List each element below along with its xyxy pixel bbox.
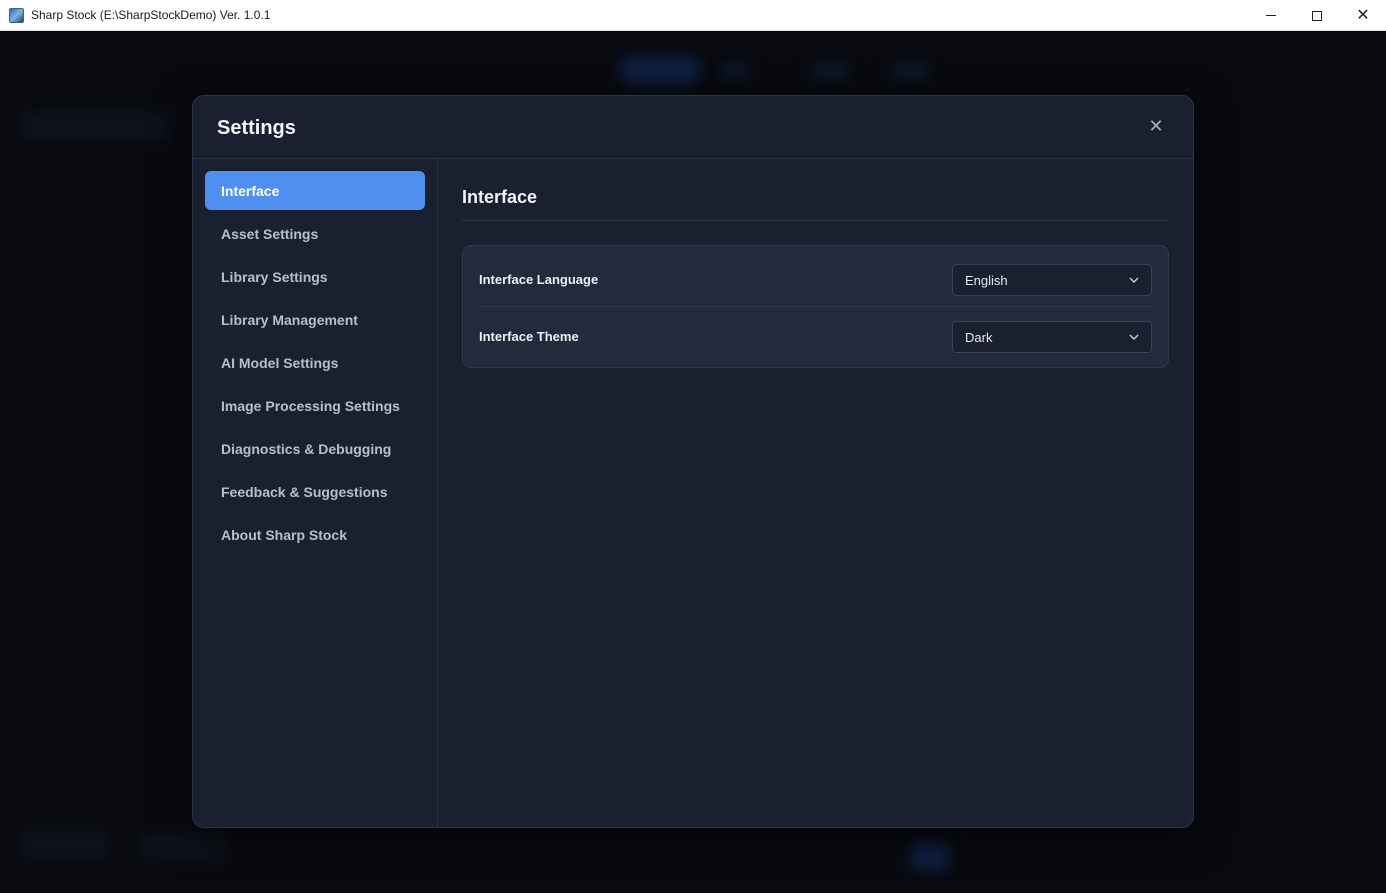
dialog-close-button[interactable]: ✕	[1145, 115, 1167, 137]
minimize-icon	[1266, 15, 1276, 16]
sidebar-item-label: About Sharp Stock	[221, 526, 348, 543]
sidebar-item-label: Library Management	[221, 311, 358, 328]
dialog-title: Settings	[217, 117, 296, 139]
maximize-button[interactable]	[1294, 0, 1340, 31]
sidebar-item-feedback-suggestions[interactable]: Feedback & Suggestions	[205, 472, 425, 511]
section-divider	[462, 220, 1168, 221]
sidebar-item-library-settings[interactable]: Library Settings	[205, 257, 425, 296]
sidebar-item-diagnostics-debugging[interactable]: Diagnostics & Debugging	[205, 429, 425, 468]
sidebar-item-image-processing-settings[interactable]: Image Processing Settings	[205, 386, 425, 425]
language-select[interactable]: English	[952, 264, 1152, 296]
minimize-button[interactable]	[1248, 0, 1294, 31]
chevron-down-icon	[1129, 277, 1139, 283]
settings-card: Interface Language English Interface The…	[462, 245, 1169, 368]
sidebar-item-label: Feedback & Suggestions	[221, 483, 388, 500]
setting-row-language: Interface Language English	[479, 248, 1152, 306]
sidebar-item-interface[interactable]: Interface	[205, 171, 425, 210]
setting-label: Interface Language	[479, 272, 599, 287]
setting-row-theme: Interface Theme Dark	[479, 305, 1152, 363]
dialog-header: Settings ✕	[193, 96, 1193, 159]
settings-content: Interface Interface Language English Int…	[439, 159, 1193, 827]
settings-sidebar: Interface Asset Settings Library Setting…	[193, 159, 438, 827]
select-value: English	[965, 272, 1008, 288]
close-icon: ✕	[1148, 115, 1164, 136]
window-title: Sharp Stock (E:\SharpStockDemo) Ver. 1.0…	[31, 8, 271, 22]
theme-select[interactable]: Dark	[952, 321, 1152, 353]
sidebar-item-label: Library Settings	[221, 268, 328, 285]
settings-dialog: Settings ✕ Interface Asset Settings Libr…	[192, 95, 1194, 828]
title-bar[interactable]: Sharp Stock (E:\SharpStockDemo) Ver. 1.0…	[0, 0, 1386, 31]
sidebar-item-label: AI Model Settings	[221, 354, 339, 371]
section-title: Interface	[462, 187, 538, 207]
sidebar-item-asset-settings[interactable]: Asset Settings	[205, 214, 425, 253]
maximize-icon	[1312, 10, 1322, 21]
sidebar-item-label: Interface	[221, 182, 280, 199]
setting-label: Interface Theme	[479, 329, 579, 344]
sidebar-item-label: Diagnostics & Debugging	[221, 440, 392, 457]
chevron-down-icon	[1129, 334, 1139, 340]
sidebar-item-label: Image Processing Settings	[221, 397, 400, 414]
select-value: Dark	[965, 329, 993, 345]
app-logo-icon	[9, 8, 24, 23]
close-icon: ✕	[1356, 6, 1370, 24]
app-window: Sharp Stock (E:\SharpStockDemo) Ver. 1.0…	[0, 0, 1386, 893]
sidebar-item-about[interactable]: About Sharp Stock	[205, 515, 425, 554]
window-close-button[interactable]: ✕	[1340, 0, 1386, 31]
sidebar-item-label: Asset Settings	[221, 225, 319, 242]
sidebar-item-library-management[interactable]: Library Management	[205, 300, 425, 339]
sidebar-item-ai-model-settings[interactable]: AI Model Settings	[205, 343, 425, 382]
